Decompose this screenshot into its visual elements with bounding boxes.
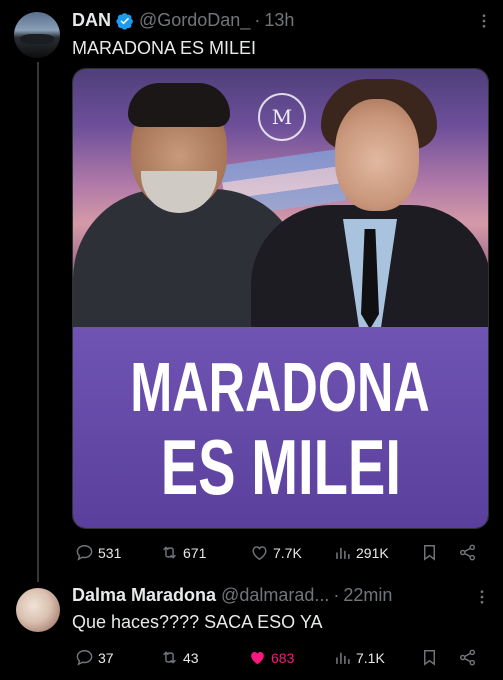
tweet-text: MARADONA ES MILEI [72, 38, 257, 58]
avatar[interactable] [14, 12, 60, 58]
reply-timestamp[interactable]: 22min [343, 585, 392, 606]
author-name[interactable]: DAN [72, 10, 111, 31]
thread-connector-line [37, 62, 39, 582]
views-button[interactable]: 7.1K [333, 648, 385, 667]
share-button[interactable] [458, 543, 481, 562]
reply-author-handle[interactable]: @dalmarad... [221, 585, 329, 606]
retweet-count: 671 [183, 544, 207, 561]
reply-icon [76, 545, 93, 561]
reply-count: 37 [98, 649, 114, 666]
tweet-header: DAN @GordoDan_ · 13h [72, 10, 294, 31]
reply-button[interactable]: 531 [75, 543, 121, 562]
seal-logo [258, 93, 306, 141]
like-icon [251, 651, 264, 665]
more-icon[interactable] [473, 588, 491, 606]
views-icon [336, 652, 350, 664]
reply-header: Dalma Maradona @dalmarad... · 22min [72, 585, 392, 606]
retweet-button[interactable]: 671 [160, 543, 206, 562]
reply-author-name[interactable]: Dalma Maradona [72, 585, 216, 606]
author-handle[interactable]: @GordoDan_ [139, 10, 250, 31]
like-button[interactable]: 683 [248, 648, 294, 667]
share-icon [459, 544, 476, 561]
bookmark-icon [424, 545, 435, 561]
views-button[interactable]: 291K [333, 543, 389, 562]
timestamp[interactable]: 13h [264, 10, 294, 31]
separator-dot: · [254, 10, 261, 30]
reply-icon [76, 650, 93, 666]
separator-dot: · [333, 585, 340, 605]
more-icon[interactable] [475, 12, 493, 30]
verified-badge-icon [116, 12, 133, 30]
reply-button[interactable]: 37 [75, 648, 114, 667]
photo-area [73, 69, 488, 329]
retweet-count: 43 [183, 649, 199, 666]
like-count: 7.7K [273, 544, 302, 561]
banner-line-2: ES MILEI [160, 422, 401, 511]
like-count: 683 [271, 649, 295, 666]
media-banner: MARADONA ES MILEI [73, 327, 488, 528]
views-icon [336, 547, 350, 559]
share-icon [459, 649, 476, 666]
reply-count: 531 [98, 544, 122, 561]
views-count: 7.1K [356, 649, 385, 666]
reply-text: Que haces???? SACA ESO YA [72, 612, 323, 632]
like-icon [252, 546, 267, 561]
banner-line-1: MARADONA [130, 347, 431, 426]
bookmark-button[interactable] [420, 648, 443, 667]
like-button[interactable]: 7.7K [250, 543, 302, 562]
views-count: 291K [356, 544, 389, 561]
retweet-button[interactable]: 43 [160, 648, 199, 667]
reply-avatar[interactable] [16, 588, 60, 632]
bookmark-icon [424, 650, 435, 666]
bookmark-button[interactable] [420, 543, 443, 562]
retweet-icon [163, 651, 176, 664]
share-button[interactable] [458, 648, 481, 667]
tweet-media-image[interactable]: MARADONA ES MILEI [72, 68, 489, 529]
retweet-icon [163, 546, 176, 559]
